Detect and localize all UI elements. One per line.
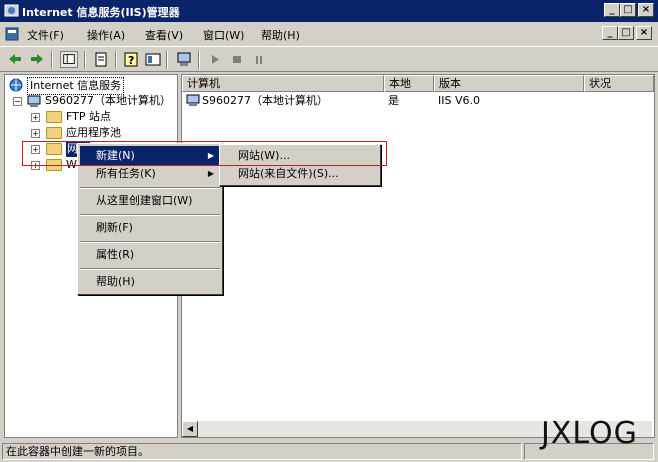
ctx-help-label: 帮助(H): [96, 275, 135, 288]
play-icon[interactable]: [206, 51, 224, 68]
cell-local: 是: [388, 94, 399, 107]
folder-icon: [46, 127, 62, 139]
scroll-left-button[interactable]: ◀: [182, 421, 198, 437]
folder-icon: [46, 111, 62, 123]
window-title: Internet 信息服务(IIS)管理器: [22, 6, 180, 19]
computer-icon: [186, 94, 200, 106]
ctx-item-all-tasks[interactable]: 所有任务(K) ▶: [80, 164, 220, 184]
close-button[interactable]: ×: [638, 3, 654, 17]
watermark: JXLOG: [541, 416, 638, 451]
expander-ftp[interactable]: +: [31, 113, 40, 122]
submenu-arrow-icon: ▶: [207, 169, 214, 178]
menu-separator: [80, 214, 220, 216]
menu-help[interactable]: 帮助(H): [261, 27, 300, 43]
ctx-item-help[interactable]: 帮助(H): [80, 272, 220, 292]
status-text: 在此容器中创建一新的项目。: [2, 443, 522, 460]
menu-bar: 文件(F) 操作(A) 查看(V) 窗口(W) 帮助(H): [0, 23, 658, 45]
col-header-status[interactable]: 状况: [584, 75, 654, 92]
show-tree-icon[interactable]: [60, 51, 78, 68]
menu-window[interactable]: 窗口(W): [203, 27, 244, 43]
export-icon[interactable]: [92, 51, 110, 68]
ctx-refresh-label: 刷新(F): [96, 221, 133, 234]
back-icon[interactable]: [6, 51, 24, 68]
submenu-item-website-from-file[interactable]: 网站(来自文件)(S)...: [222, 164, 378, 184]
menu-action[interactable]: 操作(A): [87, 27, 125, 43]
minimize-button[interactable]: _: [604, 3, 620, 17]
list-pane[interactable]: 计算机 本地 版本 状况 S960277（本地计算机） 是 IIS V6.0: [181, 74, 655, 438]
tree-item-ftp[interactable]: FTP 站点: [66, 109, 111, 125]
menu-file[interactable]: 文件(F): [27, 27, 64, 43]
menu-separator: [80, 268, 220, 270]
expander-server[interactable]: −: [13, 97, 22, 106]
expander-apppools[interactable]: +: [31, 129, 40, 138]
ctx-item-refresh[interactable]: 刷新(F): [80, 218, 220, 238]
col-header-version[interactable]: 版本: [434, 75, 584, 92]
mdi-minimize-button[interactable]: _: [602, 26, 618, 40]
iis-root-icon: [9, 78, 23, 92]
server-icon: [27, 95, 41, 107]
menu-view[interactable]: 查看(V): [145, 27, 183, 43]
col-header-local[interactable]: 本地: [384, 75, 434, 92]
title-bar[interactable]: Internet 信息服务(IIS)管理器 _ □ ×: [0, 0, 658, 22]
pause-icon[interactable]: [250, 51, 268, 68]
computer-icon[interactable]: [175, 51, 193, 68]
col-header-computer[interactable]: 计算机: [182, 75, 384, 92]
mdi-restore-button[interactable]: □: [618, 26, 634, 40]
ctx-all-tasks-label: 所有任务(K): [96, 167, 156, 180]
submenu-website-from-file-label: 网站(来自文件)(S)...: [238, 167, 339, 180]
console-menu-icon[interactable]: [4, 26, 20, 42]
cell-version: IIS V6.0: [438, 94, 480, 107]
tree-item-server[interactable]: S960277（本地计算机）: [45, 93, 171, 109]
ctx-item-new-window[interactable]: 从这里创建窗口(W): [80, 191, 220, 211]
svg-text:?: ?: [128, 54, 134, 67]
tree-root-label: Internet 信息服务: [30, 79, 122, 92]
stop-icon[interactable]: [228, 51, 246, 68]
menu-separator: [80, 187, 220, 189]
ctx-properties-label: 属性(R): [96, 248, 135, 261]
tree-item-app-pools[interactable]: 应用程序池: [66, 125, 121, 141]
properties-icon[interactable]: [144, 51, 162, 68]
iis-app-icon: [4, 4, 19, 17]
forward-icon[interactable]: [28, 51, 46, 68]
ctx-item-properties[interactable]: 属性(R): [80, 245, 220, 265]
help-icon[interactable]: ?: [122, 51, 140, 68]
toolbar: ?: [0, 46, 658, 72]
ctx-new-window-label: 从这里创建窗口(W): [96, 194, 193, 207]
cell-computer: S960277（本地计算机）: [202, 94, 328, 107]
mdi-close-button[interactable]: ×: [636, 26, 652, 40]
menu-separator: [80, 241, 220, 243]
annotation-highlight-box: [22, 141, 387, 166]
maximize-button[interactable]: □: [620, 3, 636, 17]
